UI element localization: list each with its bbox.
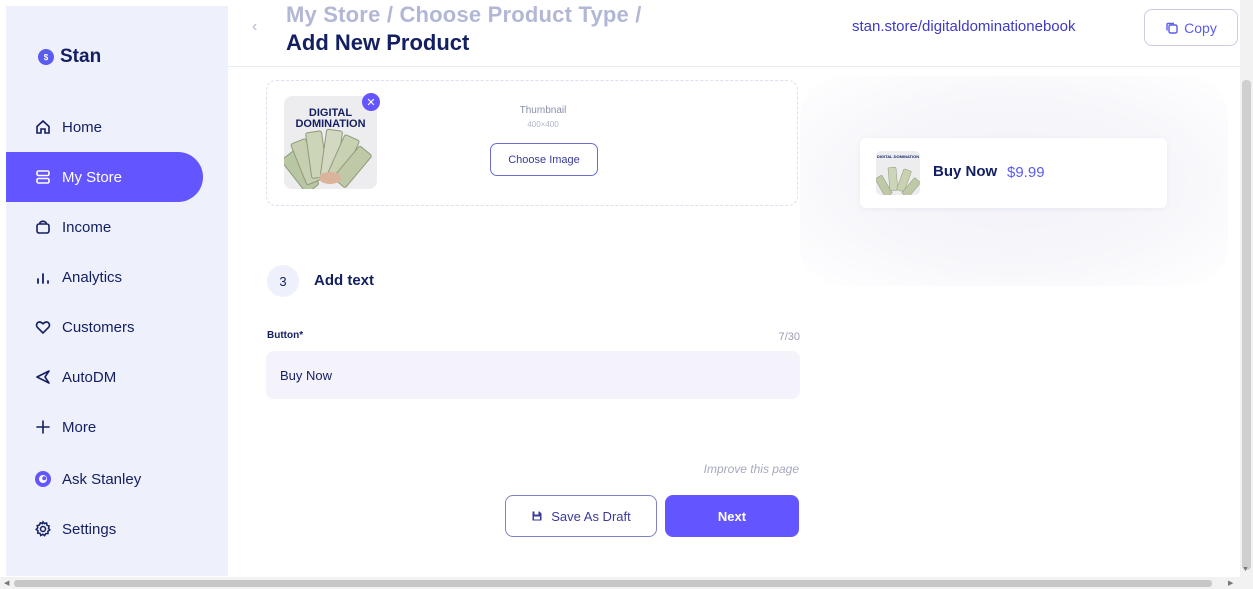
sidebar-item-label: Home [62,118,103,136]
store-url-link[interactable]: stan.store/digitaldominationebook [852,18,1075,35]
stanley-icon [34,470,52,488]
vertical-scrollbar-thumb[interactable] [1242,80,1251,570]
character-count: 7/30 [778,331,800,343]
remove-image-button[interactable]: ✕ [362,93,380,111]
close-icon: ✕ [366,96,376,109]
step-title: Add text [314,272,374,289]
horizontal-scrollbar-thumb[interactable] [14,580,1212,587]
preview-price: $9.99 [1007,164,1045,181]
income-icon [34,218,52,236]
cash-fan-icon [284,128,372,189]
sidebar-item-label: Settings [62,520,117,538]
sidebar-item-label: My Store [62,168,123,186]
page-title: Add New Product [286,30,470,55]
back-chevron-icon[interactable]: ‹ [252,18,257,36]
copy-label: Copy [1184,19,1217,36]
thumbnail-label: Thumbnail [519,105,567,116]
cash-fan-icon [876,166,920,195]
button-text-input[interactable] [266,351,800,399]
step-number: 3 [267,265,299,297]
thumbnail-size-hint: 400×400 [527,120,559,129]
app-window: $ Stan Home My Store Income Analytics Cu… [0,0,1253,589]
heart-icon [34,318,52,336]
preview-thumbnail: DIGITAL DOMINATION [876,151,920,195]
stan-logo-icon: $ [38,49,54,65]
save-icon [532,511,542,521]
plus-icon [34,418,52,436]
sidebar-item-more[interactable]: More [6,402,203,452]
copy-button[interactable]: Copy [1144,9,1238,46]
sidebar-item-analytics[interactable]: Analytics [6,252,203,302]
sidebar-item-my-store[interactable]: My Store [6,152,203,202]
next-button[interactable]: Next [665,495,799,537]
sidebar-item-income[interactable]: Income [6,202,203,252]
button-field-label: Button* [267,330,304,341]
sidebar-item-home[interactable]: Home [6,102,203,152]
improve-page-link[interactable]: Improve this page [660,462,799,476]
sidebar-item-label: Customers [62,318,135,336]
brand-name: Stan [60,46,102,67]
thumbnail-image: DIGITAL DOMINATION [284,96,377,189]
sidebar-item-label: AutoDM [62,368,117,386]
choose-image-button[interactable]: Choose Image [490,143,598,176]
store-icon [34,168,52,186]
sidebar-item-autodm[interactable]: AutoDM [6,352,203,402]
preview-button-text: Buy Now [933,163,998,180]
save-as-draft-button[interactable]: Save As Draft [505,495,657,537]
breadcrumb[interactable]: My Store / Choose Product Type / [286,2,642,28]
copy-icon [1166,22,1178,34]
sidebar: $ Stan Home My Store Income Analytics Cu… [6,6,228,576]
svg-text:$: $ [44,53,49,62]
analytics-icon [34,268,52,286]
sidebar-item-label: Income [62,218,112,236]
sidebar-item-customers[interactable]: Customers [6,302,203,352]
scroll-right-arrow-icon[interactable]: ▶ [1228,579,1233,587]
send-icon [34,368,52,386]
home-icon [34,118,52,136]
gear-icon [34,520,52,538]
sidebar-item-label: Analytics [62,268,123,286]
sidebar-item-ask-stanley[interactable]: Ask Stanley [6,454,203,504]
sidebar-item-label: More [62,418,97,436]
scroll-left-arrow-icon[interactable]: ◀ [4,579,9,587]
scroll-down-arrow-icon[interactable]: ▼ [1242,566,1249,573]
header-divider [228,66,1240,67]
save-as-draft-label: Save As Draft [551,508,631,524]
sidebar-item-label: Ask Stanley [62,470,142,488]
brand[interactable]: $ Stan [38,46,101,68]
sidebar-item-settings[interactable]: Settings [6,504,203,554]
